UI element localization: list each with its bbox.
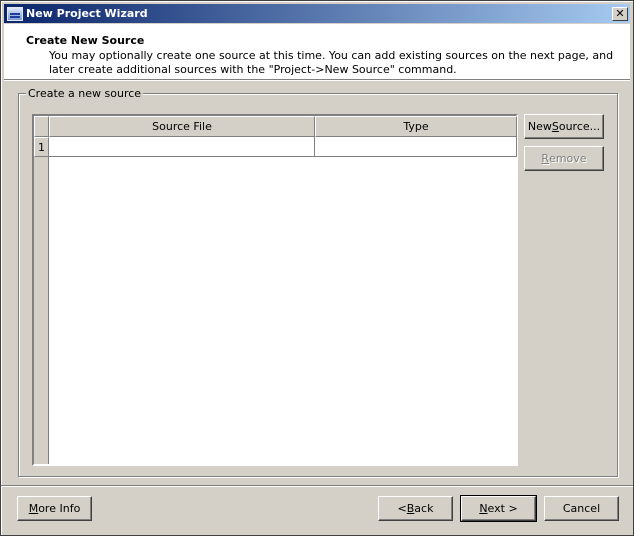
wizard-header: Create New Source You may optionally cre… <box>4 24 630 80</box>
remove-button[interactable]: Remove <box>524 146 604 171</box>
page-description: You may optionally create one source at … <box>49 49 614 76</box>
footer-separator <box>1 485 633 487</box>
source-table[interactable]: Source File Type 1 <box>32 114 518 466</box>
next-button[interactable]: Next > <box>460 495 537 522</box>
row-header[interactable]: 1 <box>34 137 49 157</box>
title-bar[interactable]: New Project Wizard ✕ <box>4 4 630 23</box>
cell-type[interactable] <box>315 137 517 157</box>
create-source-group: Create a new source Source File Type 1 N… <box>18 87 618 477</box>
window-title: New Project Wizard <box>26 7 148 20</box>
row-header-gutter <box>34 137 49 464</box>
more-info-button[interactable]: More Info <box>17 496 92 521</box>
page-title: Create New Source <box>26 34 145 47</box>
new-source-button[interactable]: New Source... <box>524 114 604 139</box>
cell-source-file[interactable] <box>49 137 315 157</box>
back-button[interactable]: < Back <box>378 496 453 521</box>
app-icon <box>7 6 23 21</box>
column-header-type[interactable]: Type <box>315 116 517 137</box>
group-label: Create a new source <box>26 87 144 100</box>
new-project-wizard-window: New Project Wizard ✕ Create New Source Y… <box>0 0 634 536</box>
column-header-source-file[interactable]: Source File <box>49 116 315 137</box>
cancel-button[interactable]: Cancel <box>544 496 619 521</box>
close-icon[interactable]: ✕ <box>612 6 628 21</box>
table-corner <box>34 116 49 137</box>
